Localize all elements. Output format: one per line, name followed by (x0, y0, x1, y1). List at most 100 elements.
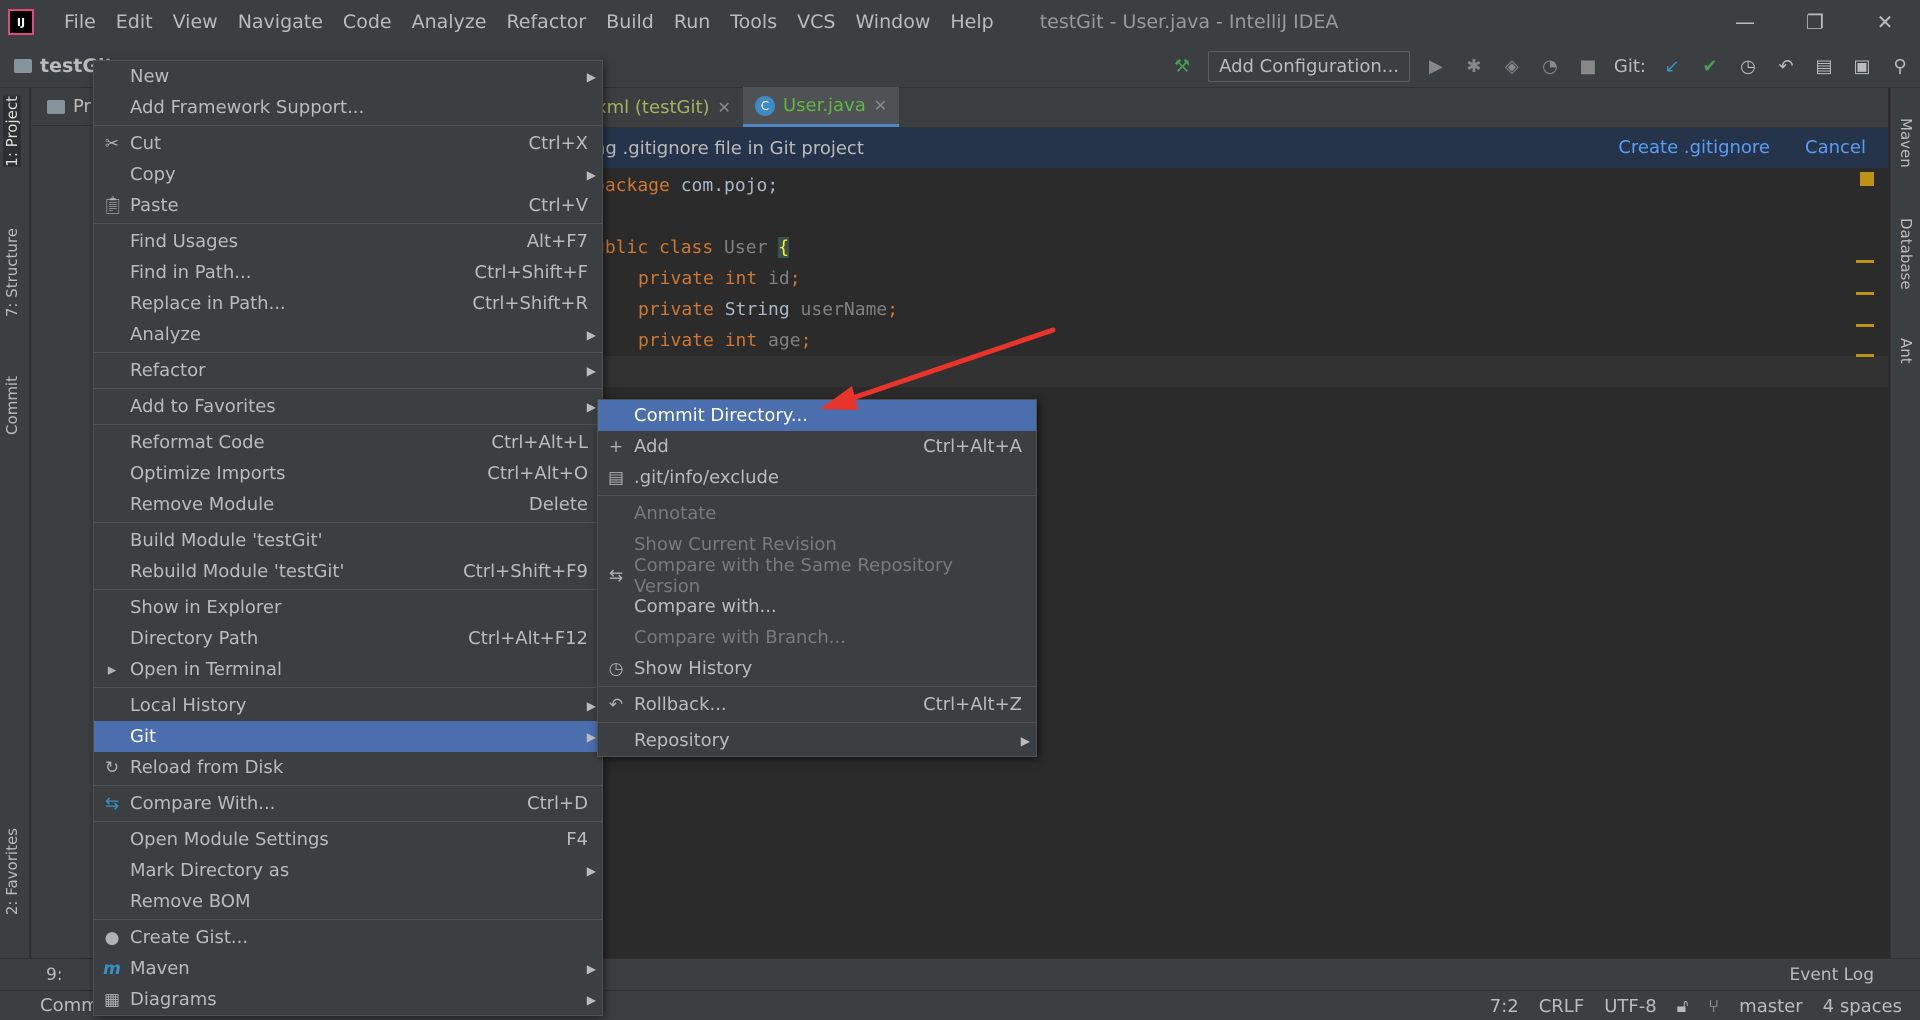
stop-icon[interactable]: ■ (1576, 54, 1600, 78)
close-tab-icon[interactable]: ✕ (874, 96, 887, 115)
menu-item-open-in-terminal[interactable]: ▸ Open in Terminal (94, 654, 602, 685)
menu-item-git-info-exclude[interactable]: ▤ .git/info/exclude (598, 462, 1036, 493)
menu-item-build-module-testgit[interactable]: Build Module 'testGit' (94, 525, 602, 556)
run-icon[interactable]: ▶ (1424, 54, 1448, 78)
menu-code[interactable]: Code (333, 11, 402, 33)
menu-item-cut[interactable]: ✂ Cut Ctrl+X (94, 128, 602, 159)
menu-item-add[interactable]: + Add Ctrl+Alt+A (598, 431, 1036, 462)
menu-vcs[interactable]: VCS (787, 11, 845, 33)
close-button[interactable]: ✕ (1850, 0, 1920, 44)
menu-item-optimize-imports[interactable]: Optimize Imports Ctrl+Alt+O (94, 458, 602, 489)
menu-item-repository[interactable]: Repository ▶ (598, 725, 1036, 756)
menu-file[interactable]: File (54, 11, 106, 33)
cancel-link[interactable]: Cancel (1805, 137, 1866, 158)
project-tool-button[interactable]: 1: Project (3, 96, 21, 167)
menu-item-shortcut: Ctrl+D (527, 793, 588, 814)
git-update-icon[interactable]: ↙ (1660, 54, 1684, 78)
menu-item-git[interactable]: Git ▶ (94, 721, 602, 752)
maven-tool-button[interactable]: Maven (1897, 118, 1915, 168)
git-commit-check-icon[interactable]: ✔ (1698, 54, 1722, 78)
indent-setting[interactable]: 4 spaces (1823, 996, 1902, 1017)
close-tab-icon[interactable]: ✕ (718, 98, 731, 117)
menu-view[interactable]: View (163, 11, 228, 33)
line-separator[interactable]: CRLF (1539, 996, 1584, 1017)
structure-tool-button[interactable]: 7: Structure (3, 228, 21, 317)
menu-item-commit-directory[interactable]: Commit Directory... (598, 400, 1036, 431)
menu-item-refactor[interactable]: Refactor ▶ (94, 355, 602, 386)
project-panel-title[interactable]: Pr (73, 96, 91, 117)
database-tool-button[interactable]: Database (1897, 218, 1915, 290)
debug-icon[interactable]: ✱ (1462, 54, 1486, 78)
menu-item-create-gist[interactable]: ● Create Gist... (94, 922, 602, 953)
menu-item-label: Find in Path... (130, 262, 252, 283)
menu-item-reload-from-disk[interactable]: ↻ Reload from Disk (94, 752, 602, 783)
menu-item-compare-with[interactable]: ⇆ Compare With... Ctrl+D (94, 788, 602, 819)
add-configuration-button[interactable]: Add Configuration... (1208, 50, 1410, 82)
menu-item-rebuild-module-testgit[interactable]: Rebuild Module 'testGit' Ctrl+Shift+F9 (94, 556, 602, 587)
menu-item-add-to-favorites[interactable]: Add to Favorites ▶ (94, 391, 602, 422)
menu-item-remove-bom[interactable]: Remove BOM (94, 886, 602, 917)
menu-help[interactable]: Help (940, 11, 1003, 33)
menu-item-add-framework-support[interactable]: Add Framework Support... (94, 92, 602, 123)
menu-item-remove-module[interactable]: Remove Module Delete (94, 489, 602, 520)
menu-item-copy[interactable]: Copy ▶ (94, 159, 602, 190)
warning-marker[interactable] (1856, 260, 1874, 263)
menu-navigate[interactable]: Navigate (228, 11, 333, 33)
tool-window-9-button[interactable]: 9: (46, 965, 63, 985)
right-tool-strip: Maven Database Ant (1890, 88, 1920, 958)
menu-item-diagrams[interactable]: ▦ Diagrams ▶ (94, 984, 602, 1015)
favorites-tool-button[interactable]: 2: Favorites (3, 828, 21, 915)
menu-item-paste[interactable]: 📋︎ Paste Ctrl+V (94, 190, 602, 221)
menu-item-open-module-settings[interactable]: Open Module Settings F4 (94, 824, 602, 855)
menu-item-find-usages[interactable]: Find Usages Alt+F7 (94, 226, 602, 257)
menu-item-label: Reload from Disk (130, 757, 284, 778)
event-log-button[interactable]: Event Log (1790, 965, 1874, 985)
git-rollback-icon[interactable]: ↶ (1774, 54, 1798, 78)
warning-marker[interactable] (1856, 292, 1874, 295)
menu-item-directory-path[interactable]: Directory Path Ctrl+Alt+F12 (94, 623, 602, 654)
git-history-clock-icon[interactable]: ◷ (1736, 54, 1760, 78)
minimize-button[interactable]: — (1710, 0, 1780, 44)
menu-tools[interactable]: Tools (720, 11, 787, 33)
menu-item-label: Build Module 'testGit' (130, 530, 323, 551)
warning-marker[interactable] (1856, 354, 1874, 357)
menu-run[interactable]: Run (664, 11, 720, 33)
menu-item-maven[interactable]: m Maven ▶ (94, 953, 602, 984)
coverage-icon[interactable]: ◈ (1500, 54, 1524, 78)
menu-item-replace-in-path[interactable]: Replace in Path... Ctrl+Shift+R (94, 288, 602, 319)
restore-button[interactable]: ❐ (1780, 0, 1850, 44)
menu-item-analyze[interactable]: Analyze ▶ (94, 319, 602, 350)
commit-tool-button[interactable]: Commit (3, 376, 21, 435)
search-icon[interactable]: ⚲ (1888, 54, 1912, 78)
menu-edit[interactable]: Edit (106, 11, 163, 33)
project-structure-icon[interactable]: ▤ (1812, 54, 1836, 78)
menu-item-label: Copy (130, 164, 176, 185)
build-hammer-icon[interactable]: ⚒ (1170, 54, 1194, 78)
warning-marker[interactable] (1860, 172, 1874, 186)
warning-marker[interactable] (1856, 324, 1874, 327)
menu-item-mark-directory-as[interactable]: Mark Directory as ▶ (94, 855, 602, 886)
file-encoding[interactable]: UTF-8 (1604, 996, 1656, 1017)
menu-analyze[interactable]: Analyze (402, 11, 497, 33)
menu-item-show-history[interactable]: ◷ Show History (598, 653, 1036, 684)
menu-item-reformat-code[interactable]: Reformat Code Ctrl+Alt+L (94, 427, 602, 458)
menu-item-new[interactable]: New ▶ (94, 61, 602, 92)
menu-window[interactable]: Window (845, 11, 940, 33)
profile-icon[interactable]: ◔ (1538, 54, 1562, 78)
tab-pom-xml[interactable]: xml (testGit) ✕ (582, 87, 743, 127)
menu-item-compare-with[interactable]: Compare with... (598, 591, 1036, 622)
create-gitignore-link[interactable]: Create .gitignore (1618, 137, 1770, 158)
menu-item-find-in-path[interactable]: Find in Path... Ctrl+Shift+F (94, 257, 602, 288)
caret-position[interactable]: 7:2 (1490, 996, 1519, 1017)
menu-build[interactable]: Build (596, 11, 664, 33)
menu-item-rollback[interactable]: ↶ Rollback... Ctrl+Alt+Z (598, 689, 1036, 720)
ant-tool-button[interactable]: Ant (1897, 338, 1915, 364)
tab-user-java[interactable]: C User.java ✕ (742, 87, 900, 127)
menu-item-show-in-explorer[interactable]: Show in Explorer (94, 592, 602, 623)
menu-refactor[interactable]: Refactor (496, 11, 596, 33)
menu-item-local-history[interactable]: Local History ▶ (94, 690, 602, 721)
git-branch[interactable]: master (1739, 996, 1802, 1017)
status-left-text[interactable]: Comm (40, 995, 99, 1016)
terminal-icon[interactable]: ▣ (1850, 54, 1874, 78)
lock-icon[interactable]: 🔓︎ (1677, 996, 1689, 1017)
